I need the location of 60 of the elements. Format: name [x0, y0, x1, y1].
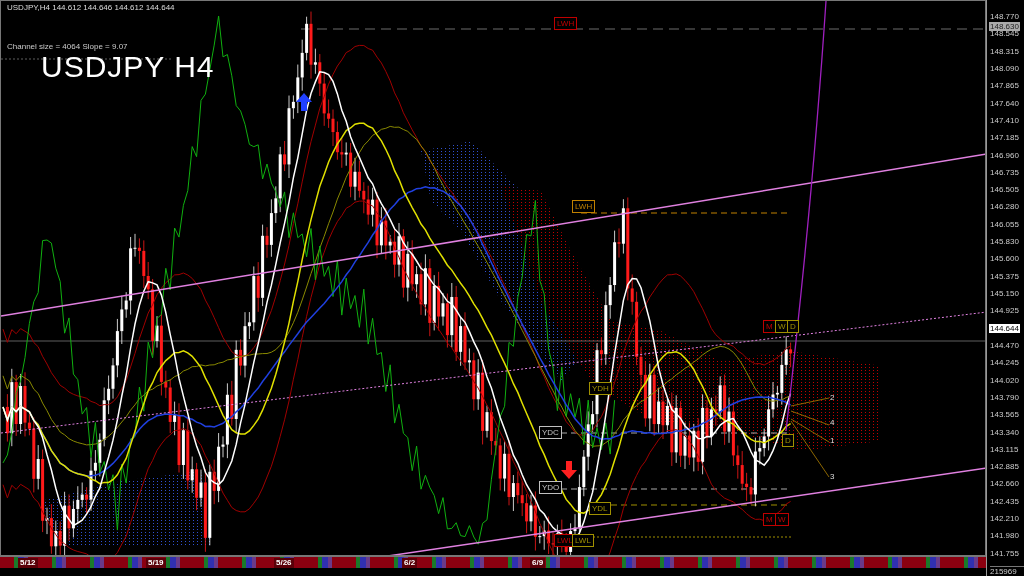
price-label: 141.980	[990, 531, 1020, 541]
price-marker: 148.630	[989, 22, 1020, 31]
price-label: 146.280	[990, 202, 1020, 212]
price-label: 143.565	[990, 410, 1020, 420]
price-label: 141.755	[990, 548, 1020, 558]
level-tag: YDH	[589, 382, 612, 395]
symbol-quote-line: USDJPY,H4 144.612 144.646 144.612 144.644	[7, 3, 175, 12]
volume-label: 215969	[990, 566, 1024, 576]
wave-label: 1	[830, 436, 835, 445]
wave-label: 4	[830, 418, 835, 427]
date-label: 6/2	[402, 557, 418, 568]
level-tag: D	[782, 434, 794, 447]
level-tag: D	[787, 320, 799, 333]
price-label: 146.505	[990, 185, 1020, 195]
price-label: 142.435	[990, 496, 1020, 506]
chart-title: USDJPY H4	[41, 51, 215, 83]
price-label: 146.960	[990, 150, 1020, 160]
price-label: 144.925	[990, 306, 1020, 316]
level-tag: W	[775, 513, 789, 526]
price-label: 147.410	[990, 115, 1020, 125]
price-label: 142.885	[990, 462, 1020, 472]
price-label: 148.545	[990, 29, 1020, 39]
price-label: 145.150	[990, 289, 1020, 298]
price-label: 146.055	[990, 219, 1020, 229]
level-tag: YDL	[589, 502, 611, 515]
level-tag: M	[763, 320, 776, 333]
price-label: 142.660	[990, 479, 1020, 489]
level-tag: M	[763, 513, 776, 526]
level-tag: YDO	[539, 481, 563, 494]
level-tag: YDC	[539, 426, 562, 439]
price-label: 148.770	[990, 12, 1020, 21]
price-label: 143.790	[990, 392, 1020, 402]
date-label: 5/26	[274, 557, 294, 568]
up-arrow-icon	[296, 93, 312, 111]
date-label: 5/19	[146, 557, 166, 568]
price-label: 142.210	[990, 514, 1020, 524]
price-label: 143.340	[990, 427, 1020, 437]
price-label: 144.245	[990, 358, 1020, 368]
level-tag: LWH	[554, 17, 578, 30]
price-label: 147.185	[990, 133, 1020, 143]
price-label: 144.470	[990, 340, 1020, 350]
price-label: 148.090	[990, 63, 1020, 73]
price-label: 148.315	[990, 46, 1020, 56]
price-label: 145.600	[990, 254, 1020, 264]
level-tag: LWL	[572, 534, 594, 547]
date-label: 5/12	[18, 557, 38, 568]
date-label: 6/9	[530, 557, 546, 568]
level-tag: LWH	[572, 200, 596, 213]
price-label: 144.020	[990, 375, 1020, 385]
price-label: 147.865	[990, 81, 1020, 91]
channel-info: Channel size = 4064 Slope = 9.07	[7, 42, 128, 51]
price-label: 145.375	[990, 271, 1020, 281]
wave-label: 2	[830, 393, 835, 402]
price-label: 146.735	[990, 167, 1020, 177]
price-label: 147.640	[990, 98, 1020, 108]
current-price-label: 144.644	[989, 324, 1020, 333]
down-arrow-icon	[561, 461, 577, 479]
wave-label: 3	[830, 472, 835, 481]
price-label: 145.830	[990, 237, 1020, 247]
price-label: 143.115	[990, 444, 1020, 454]
